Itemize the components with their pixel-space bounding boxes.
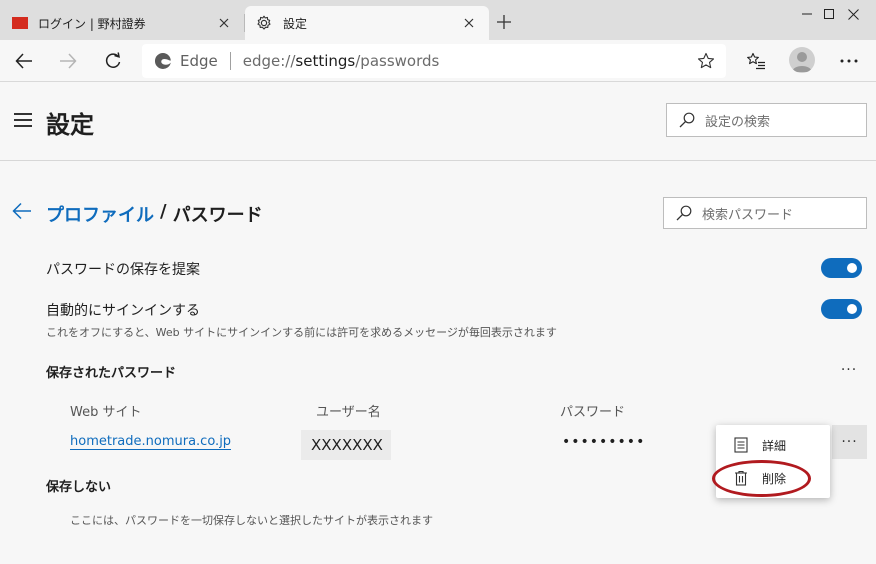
saved-password-masked: •••••••••: [562, 434, 646, 450]
breadcrumb: プロファイル / パスワード: [46, 201, 263, 227]
details-icon: [734, 437, 748, 453]
nomura-favicon-icon: [12, 17, 28, 29]
profile-avatar[interactable]: [789, 47, 815, 73]
tab-close-icon[interactable]: [457, 11, 481, 35]
browser-toolbar: Edge edge://settings/passwords: [0, 40, 876, 82]
search-icon: [679, 112, 695, 128]
tab-settings[interactable]: 設定: [245, 6, 489, 40]
back-button[interactable]: [8, 45, 40, 77]
edge-logo-icon: [154, 52, 172, 70]
new-tab-button[interactable]: [491, 9, 517, 35]
search-placeholder: 設定の検索: [705, 114, 771, 130]
favorites-list-icon[interactable]: [740, 45, 772, 77]
row-more-actions-button[interactable]: ···: [832, 425, 867, 459]
settings-search-input[interactable]: 設定の検索: [666, 103, 867, 137]
tab-close-icon[interactable]: [212, 11, 236, 35]
offer-save-toggle[interactable]: [821, 258, 862, 278]
breadcrumb-profile-link[interactable]: プロファイル: [46, 201, 154, 227]
column-header-password: パスワード: [560, 405, 626, 420]
address-divider: [229, 52, 231, 70]
never-saved-hint: ここには、パスワードを一切保存しないと選択したサイトが表示されます: [70, 514, 433, 527]
auto-signin-toggle[interactable]: [821, 299, 862, 319]
column-header-site: Web サイト: [70, 405, 142, 420]
url-path: /passwords: [355, 52, 440, 70]
menu-icon[interactable]: [14, 113, 32, 129]
tab-strip: ログイン | 野村證券 設定: [0, 0, 876, 40]
url-host: settings: [295, 52, 356, 70]
auto-signin-label: 自動的にサインインする: [46, 303, 200, 319]
tab-nomura-login[interactable]: ログイン | 野村證券: [0, 6, 244, 40]
never-saved-title: 保存しない: [46, 480, 112, 495]
favorite-star-icon[interactable]: [694, 49, 718, 73]
page-title: 設定: [46, 111, 94, 139]
menu-item-label: 詳細: [762, 438, 787, 453]
tab-title: ログイン | 野村證券: [38, 16, 146, 31]
settings-header: 設定 設定の検索: [0, 83, 876, 161]
site-label: Edge: [180, 52, 218, 70]
menu-item-details[interactable]: 詳細: [716, 430, 830, 460]
close-icon[interactable]: [830, 0, 876, 28]
saved-username: XXXXXXX: [301, 430, 391, 460]
saved-passwords-title: 保存されたパスワード: [46, 366, 177, 381]
saved-site-link[interactable]: hometrade.nomura.co.jp: [70, 434, 232, 450]
refresh-button[interactable]: [97, 45, 129, 77]
forward-button[interactable]: [52, 45, 84, 77]
breadcrumb-separator: /: [160, 201, 167, 222]
tab-title: 設定: [283, 16, 308, 31]
column-header-username: ユーザー名: [316, 405, 381, 420]
delete-highlight-ring: [712, 460, 811, 497]
gear-icon: [255, 14, 273, 32]
back-arrow-icon[interactable]: [12, 202, 34, 224]
settings-and-more-icon[interactable]: [833, 45, 865, 77]
url-scheme: edge://: [242, 52, 296, 70]
offer-save-label: パスワードの保存を提案: [46, 262, 200, 278]
saved-passwords-more-button[interactable]: ···: [834, 357, 864, 383]
breadcrumb-current: パスワード: [172, 205, 263, 226]
address-bar[interactable]: Edge edge://settings/passwords: [142, 44, 726, 78]
search-placeholder: 検索パスワード: [702, 207, 794, 223]
search-icon: [676, 205, 692, 221]
password-search-input[interactable]: 検索パスワード: [663, 197, 867, 229]
auto-signin-description: これをオフにすると、Web サイトにサインインする前には許可を求めるメッセージが…: [46, 326, 557, 339]
